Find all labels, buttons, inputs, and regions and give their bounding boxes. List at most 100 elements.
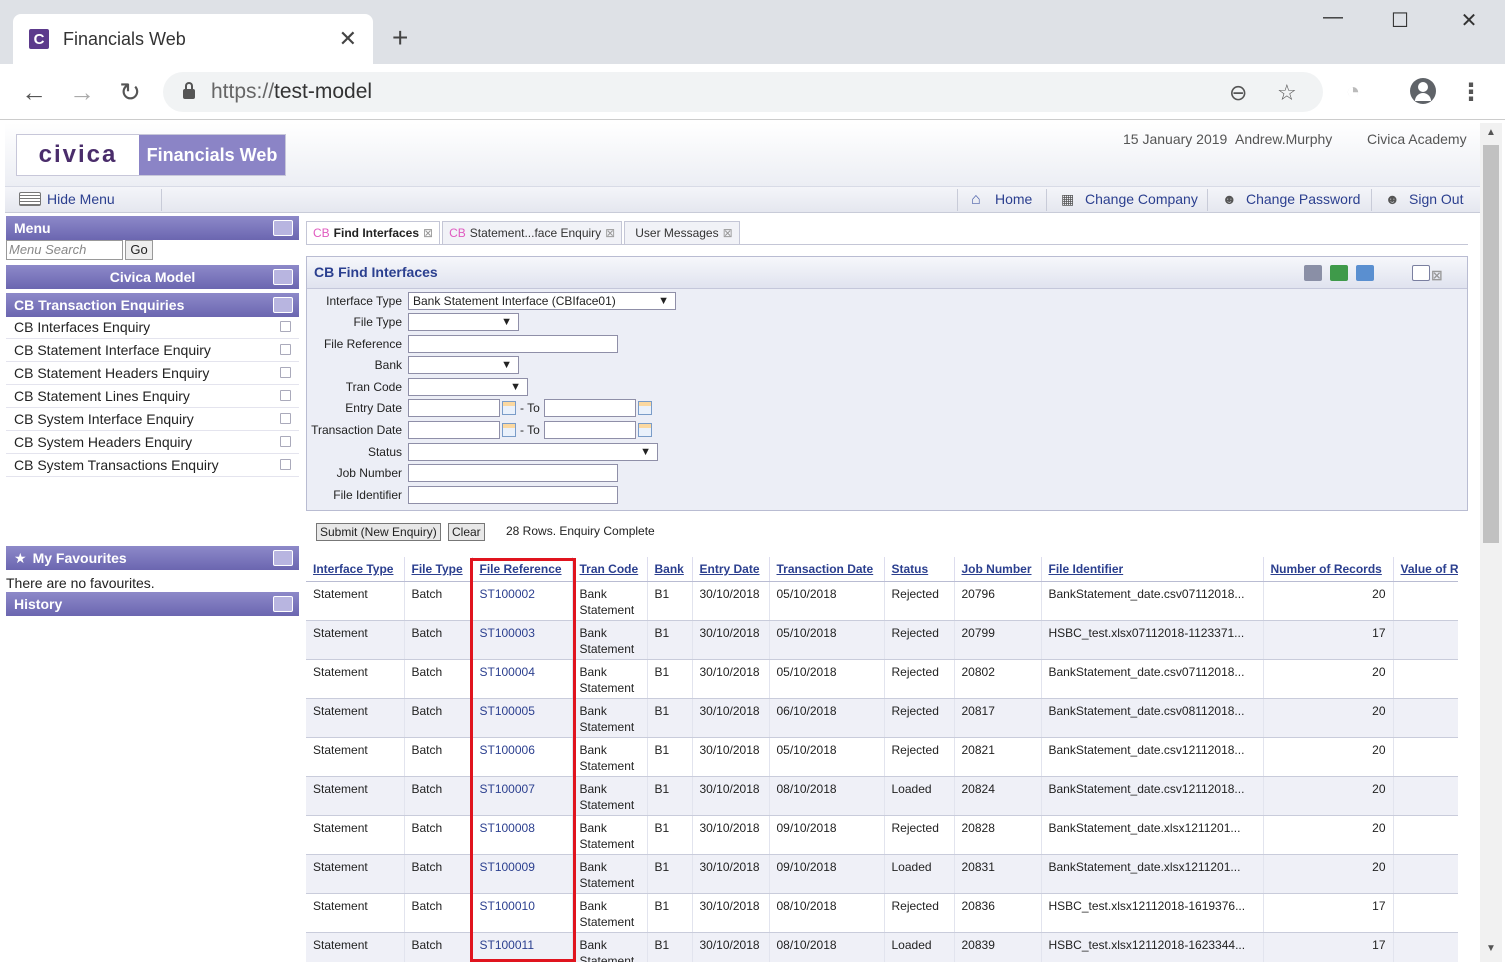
file-reference-link[interactable]: ST100002: [472, 581, 573, 621]
profile-avatar-icon[interactable]: [1410, 78, 1436, 104]
column-header[interactable]: Entry Date: [692, 557, 770, 582]
transaction-date-to-input[interactable]: [543, 421, 636, 439]
file-reference-link[interactable]: ST100006: [472, 737, 573, 777]
table-row[interactable]: Statement Batch ST100008 Bank Statement B1 30…: [306, 815, 1458, 855]
bookmark-star-icon[interactable]: ☆: [1277, 80, 1297, 106]
close-panel-icon[interactable]: ⊠: [1431, 267, 1443, 284]
close-icon[interactable]: ⊠: [423, 226, 433, 245]
calendar-icon[interactable]: [637, 401, 652, 415]
address-bar[interactable]: https://test-model ⊖ ☆: [163, 72, 1323, 112]
bank-select[interactable]: ▼: [408, 356, 519, 374]
table-row[interactable]: Statement Batch ST100010 Bank Statement B1 30…: [306, 893, 1458, 933]
open-new-window-icon[interactable]: [280, 459, 291, 470]
table-row[interactable]: Statement Batch ST100002 Bank Statement B1 30…: [306, 581, 1458, 621]
close-icon[interactable]: ⊠: [723, 226, 733, 245]
menu-search-input[interactable]: Menu Search: [6, 240, 123, 260]
table-row[interactable]: Statement Batch ST100009 Bank Statement B1 30…: [306, 854, 1458, 894]
table-row[interactable]: Statement Batch ST100006 Bank Statement B1 30…: [306, 737, 1458, 777]
tab-statement-interface-enquiry[interactable]: CB Statement...face Enquiry ⊠: [442, 221, 623, 245]
transaction-date-from-input[interactable]: [408, 421, 500, 439]
job-number-input[interactable]: [408, 464, 618, 482]
file-reference-link[interactable]: ST100009: [472, 854, 573, 894]
section-panel-header[interactable]: CB Transaction Enquiries: [6, 293, 299, 317]
table-row[interactable]: Statement Batch ST100007 Bank Statement B1 30…: [306, 776, 1458, 816]
excel-export-icon[interactable]: [1330, 265, 1348, 281]
file-reference-input[interactable]: [408, 335, 618, 353]
interface-type-select[interactable]: Bank Statement Interface (CBIface01) ▼: [408, 292, 676, 310]
clear-button[interactable]: Clear: [448, 523, 485, 541]
table-row[interactable]: Statement Batch ST100004 Bank Statement B1 30…: [306, 659, 1458, 699]
new-tab-icon[interactable]: +: [392, 22, 408, 54]
menu-item[interactable]: CB System Interface Enquiry: [6, 408, 299, 431]
forward-arrow-icon[interactable]: →: [67, 78, 97, 106]
scrollbar-thumb[interactable]: [1483, 145, 1499, 543]
menu-search-go-button[interactable]: Go: [125, 240, 153, 260]
page-scrollbar[interactable]: ▲ ▼: [1480, 123, 1502, 962]
column-header[interactable]: File Identifier: [1041, 557, 1264, 582]
calendar-icon[interactable]: [637, 423, 652, 437]
back-arrow-icon[interactable]: ←: [19, 78, 49, 106]
hide-menu-link[interactable]: Hide Menu: [19, 191, 115, 207]
open-new-window-icon[interactable]: [280, 367, 291, 378]
column-header[interactable]: Value of R: [1393, 557, 1458, 582]
panel-up-icon[interactable]: [273, 297, 293, 313]
file-reference-link[interactable]: ST100007: [472, 776, 573, 816]
open-new-window-icon[interactable]: [280, 321, 291, 332]
table-row[interactable]: Statement Batch ST100003 Bank Statement B1 30…: [306, 620, 1458, 660]
calendar-icon[interactable]: [502, 423, 516, 437]
column-header[interactable]: Transaction Date: [769, 557, 885, 582]
calendar-icon[interactable]: [502, 401, 516, 415]
column-header[interactable]: Status: [884, 557, 955, 582]
menu-item[interactable]: CB Statement Headers Enquiry: [6, 362, 299, 385]
table-row[interactable]: Statement Batch ST100011 Bank Statement B1 30…: [306, 932, 1458, 962]
home-link[interactable]: ⌂ Home: [971, 191, 1032, 208]
column-header[interactable]: File Reference: [472, 557, 573, 582]
menu-item[interactable]: CB Statement Interface Enquiry: [6, 339, 299, 362]
change-password-link[interactable]: ☻ Change Password: [1222, 191, 1360, 207]
file-reference-link[interactable]: ST100004: [472, 659, 573, 699]
column-header[interactable]: File Type: [404, 557, 473, 582]
panel-pin-icon[interactable]: [273, 269, 293, 285]
file-reference-link[interactable]: ST100005: [472, 698, 573, 738]
entry-date-from-input[interactable]: [408, 399, 500, 417]
panel-pin-icon[interactable]: [273, 550, 293, 566]
change-company-link[interactable]: ▦ Change Company: [1061, 191, 1198, 207]
tran-code-select[interactable]: ▼: [408, 378, 528, 396]
submit-button[interactable]: Submit (New Enquiry): [316, 523, 441, 541]
column-header[interactable]: Number of Records: [1263, 557, 1394, 582]
browser-tab[interactable]: C Financials Web ✕: [13, 14, 373, 64]
menu-item[interactable]: CB Interfaces Enquiry: [6, 316, 299, 339]
status-select[interactable]: ▼: [408, 443, 658, 461]
entry-date-to-input[interactable]: [543, 399, 636, 417]
file-reference-link[interactable]: ST100011: [472, 932, 573, 962]
open-new-window-icon[interactable]: [280, 390, 291, 401]
menu-item[interactable]: CB System Headers Enquiry: [6, 431, 299, 454]
sign-out-link[interactable]: ☻ Sign Out: [1385, 191, 1463, 207]
zoom-icon[interactable]: ⊖: [1229, 80, 1247, 106]
scroll-down-icon[interactable]: ▼: [1486, 943, 1496, 954]
open-new-window-icon[interactable]: [280, 436, 291, 447]
file-type-select[interactable]: ▼: [408, 313, 519, 331]
menu-item[interactable]: CB Statement Lines Enquiry: [6, 385, 299, 408]
restore-window-icon[interactable]: [1412, 265, 1430, 281]
file-reference-link[interactable]: ST100003: [472, 620, 573, 660]
panel-pin-icon[interactable]: [273, 220, 293, 236]
scroll-up-icon[interactable]: ▲: [1486, 127, 1496, 138]
file-identifier-input[interactable]: [408, 486, 618, 504]
menu-item[interactable]: CB System Transactions Enquiry: [6, 454, 299, 477]
window-close-icon[interactable]: ✕: [1454, 8, 1484, 33]
tab-find-interfaces[interactable]: CB Find Interfaces ⊠: [306, 221, 441, 245]
close-icon[interactable]: ⊠: [605, 226, 615, 245]
column-header[interactable]: Job Number: [954, 557, 1042, 582]
filter-icon[interactable]: [1356, 265, 1374, 281]
minimize-icon[interactable]: —: [1318, 6, 1348, 29]
column-header[interactable]: Bank: [647, 557, 693, 582]
open-new-window-icon[interactable]: [280, 413, 291, 424]
open-new-window-icon[interactable]: [280, 344, 291, 355]
browser-menu-icon[interactable]: ⋮: [1456, 78, 1486, 107]
table-row[interactable]: Statement Batch ST100005 Bank Statement B1 30…: [306, 698, 1458, 738]
file-reference-link[interactable]: ST100010: [472, 893, 573, 933]
column-header[interactable]: Interface Type: [306, 557, 405, 582]
close-tab-icon[interactable]: ✕: [339, 26, 357, 52]
extension-icon[interactable]: ◔: [1338, 78, 1368, 106]
